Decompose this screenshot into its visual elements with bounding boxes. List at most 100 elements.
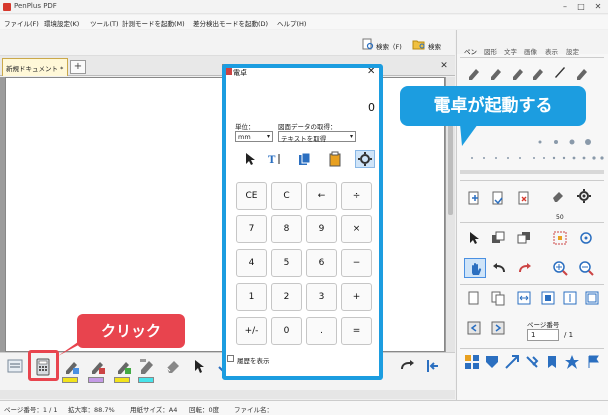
panel-divider-5 (460, 348, 604, 349)
page-dup-icon[interactable] (490, 290, 506, 306)
document-tab[interactable]: 新規ドキュメント * (2, 58, 68, 76)
pin-icon[interactable] (524, 354, 540, 370)
menu-file[interactable]: ファイル(F) (4, 18, 39, 28)
color-swatch-cyan[interactable] (138, 377, 154, 383)
fit-height-icon[interactable] (562, 290, 578, 306)
page-copy-icon[interactable] (490, 190, 506, 206)
pen-tool-2-icon[interactable] (88, 357, 106, 375)
redo-icon[interactable] (398, 357, 416, 375)
color-swatch-yellow[interactable] (62, 377, 78, 383)
menu-measure-mode[interactable]: 計測モードを起動(M) (122, 18, 185, 28)
window-title: PenPlus PDF (14, 2, 57, 10)
pen-size-dots[interactable] (530, 136, 606, 166)
folder-search-icon[interactable] (412, 38, 426, 50)
menu-help[interactable]: ヘルプ(H) (277, 18, 306, 28)
move-first-icon[interactable] (424, 357, 442, 375)
pen-preset-1-icon[interactable] (466, 64, 482, 80)
launch-callout: 電卓が起動する (400, 86, 586, 126)
pen-preset-4-icon[interactable] (530, 64, 546, 80)
pen-preset-2-icon[interactable] (488, 64, 504, 80)
color-swatch-yellow-2[interactable] (114, 377, 130, 383)
status-bar: ページ番号：1 / 1 拡大率：88.7% 用紙サイズ：A4 回転：0度 ファイ… (0, 400, 608, 415)
pen-preset-3-icon[interactable] (510, 64, 526, 80)
menu-diff-mode[interactable]: 差分検出モードを起動(D) (193, 18, 268, 28)
horizontal-scrollbar[interactable] (0, 390, 455, 399)
target-icon[interactable] (578, 230, 594, 246)
menu-tools[interactable]: ツール(T) (90, 18, 119, 28)
eraser-settings-icon[interactable] (550, 188, 566, 204)
color-swatch-purple[interactable] (88, 377, 104, 383)
page-first-icon[interactable] (466, 290, 482, 306)
star-icon[interactable] (564, 354, 580, 370)
title-bar: PenPlus PDF – □ ✕ (0, 0, 608, 14)
search-doc-icon[interactable] (362, 38, 374, 50)
page-next-icon[interactable] (490, 320, 506, 336)
page-insert-icon[interactable] (466, 190, 482, 206)
fit-page-icon[interactable] (540, 290, 556, 306)
calculator-button-highlight (28, 350, 59, 381)
pen-tool-1-icon[interactable] (62, 357, 80, 375)
page-total-label: / 1 (564, 331, 574, 339)
eraser-icon[interactable] (164, 357, 182, 375)
status-rotation: 回転：0度 (189, 406, 220, 414)
app-logo-icon (3, 3, 11, 11)
main-toolbar: 検索（F) 検索 (0, 30, 455, 56)
gear-icon[interactable] (576, 188, 592, 204)
status-paper: 用紙サイズ：A4 (130, 406, 178, 414)
select-tool-icon[interactable] (466, 230, 482, 246)
tab-pen[interactable]: ペン (464, 46, 477, 56)
panel-divider-4 (460, 284, 604, 285)
undo-icon[interactable] (492, 260, 508, 276)
launch-callout-tail (460, 124, 480, 146)
actual-size-icon[interactable] (584, 290, 600, 306)
page-number-label: ページ番号 (527, 321, 560, 329)
layout-grid-icon[interactable] (464, 354, 480, 370)
zoom-out-icon[interactable] (578, 260, 594, 276)
redo-arrow-icon[interactable] (516, 260, 532, 276)
minimize-button[interactable]: – (558, 1, 572, 13)
fit-width-icon[interactable] (516, 290, 532, 306)
search-label[interactable]: 検索（F) (376, 41, 402, 51)
pen-tool-3-icon[interactable] (114, 357, 132, 375)
status-zoom: 拡大率：88.7% (68, 406, 115, 414)
pen-size-label: 50 (556, 214, 564, 221)
folder-search-label[interactable]: 検索 (428, 41, 441, 51)
page-prev-icon[interactable] (466, 320, 482, 336)
maximize-button[interactable]: □ (574, 1, 588, 13)
tab-shape[interactable]: 図形 (484, 46, 497, 56)
pen-size-dots-left[interactable] (460, 150, 530, 166)
menu-bar: ファイル(F) 環境設定(K) ツール(T) 計測モードを起動(M) 差分検出モ… (0, 15, 608, 29)
highlighter-icon[interactable] (138, 357, 156, 375)
brush-icon[interactable] (552, 64, 568, 80)
panel-divider (460, 57, 604, 58)
tab-text[interactable]: 文字 (504, 46, 517, 56)
layer-front-icon[interactable] (490, 230, 506, 246)
bookmark-icon[interactable] (544, 354, 560, 370)
status-filename: ファイル名： (234, 406, 273, 414)
range-select-icon[interactable] (552, 230, 568, 246)
status-page: ページ番号：1 / 1 (4, 406, 58, 414)
export-icon[interactable] (484, 354, 500, 370)
tab-view[interactable]: 表示 (545, 46, 558, 56)
tab-image[interactable]: 画像 (524, 46, 537, 56)
page-number-input[interactable]: 1 (527, 329, 559, 341)
zoom-in-icon[interactable] (552, 260, 568, 276)
flag-icon[interactable] (586, 354, 602, 370)
pen-preset-6-icon[interactable] (574, 64, 590, 80)
close-window-button[interactable]: ✕ (591, 1, 605, 13)
close-tab-icon[interactable]: ✕ (438, 60, 450, 72)
panel-divider-3 (460, 222, 604, 223)
menu-preferences[interactable]: 環境設定(K) (44, 18, 79, 28)
color-slider[interactable] (460, 170, 604, 174)
page-delete-icon[interactable] (516, 190, 532, 206)
new-tab-button[interactable]: + (70, 60, 86, 74)
menu-list-icon[interactable] (6, 357, 24, 375)
layer-back-icon[interactable] (516, 230, 532, 246)
select-arrow-icon[interactable] (190, 357, 208, 375)
calculator-highlight-frame (222, 64, 383, 380)
tab-settings[interactable]: 設定 (566, 46, 579, 56)
share-icon[interactable] (504, 354, 520, 370)
hand-tool-icon[interactable] (464, 258, 486, 278)
panel-divider-2 (460, 180, 604, 181)
click-callout: クリック (77, 314, 185, 348)
